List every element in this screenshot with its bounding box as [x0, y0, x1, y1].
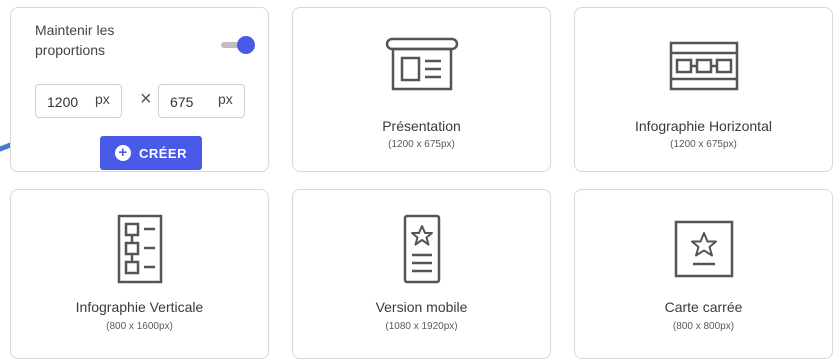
template-card-horizontal-infographic[interactable]: Infographie Horizontal (1200 x 675px)	[574, 7, 833, 172]
template-card-vertical-infographic[interactable]: Infographie Verticale (800 x 1600px)	[10, 189, 269, 359]
square-card-icon	[674, 220, 733, 278]
template-size: (1200 x 675px)	[670, 139, 737, 150]
template-title: Carte carrée	[664, 299, 743, 315]
height-unit: px	[218, 91, 233, 107]
template-size: (800 x 1600px)	[106, 321, 173, 332]
times-icon: ×	[140, 88, 152, 110]
template-title: Présentation	[382, 118, 461, 134]
toggle-knob	[237, 36, 255, 54]
create-button[interactable]: + CRÉER	[100, 136, 202, 170]
template-card-mobile-version[interactable]: Version mobile (1080 x 1920px)	[292, 189, 551, 359]
width-unit: px	[95, 91, 110, 107]
template-card-presentation[interactable]: Présentation (1200 x 675px)	[292, 7, 551, 172]
template-card-square-card[interactable]: Carte carrée (800 x 800px)	[574, 189, 833, 359]
plus-circle-icon: +	[114, 145, 131, 161]
height-input[interactable]: 675 px	[158, 84, 245, 118]
vertical-infographic-icon	[117, 214, 162, 284]
keep-ratio-toggle[interactable]	[219, 36, 255, 54]
template-title: Infographie Verticale	[75, 299, 204, 315]
horizontal-infographic-icon	[669, 41, 738, 91]
template-size: (1080 x 1920px)	[385, 321, 458, 332]
template-size: (800 x 800px)	[672, 321, 735, 332]
template-title: Version mobile	[375, 299, 468, 315]
mobile-version-icon	[403, 214, 440, 284]
height-value: 675	[170, 94, 194, 110]
template-title: Infographie Horizontal	[635, 118, 772, 134]
presentation-icon	[385, 37, 458, 91]
keep-ratio-label: Maintenir les proportions	[35, 22, 115, 58]
width-value: 1200	[47, 94, 79, 110]
width-input[interactable]: 1200 px	[35, 84, 122, 118]
template-size: (1200 x 675px)	[388, 139, 455, 150]
create-button-label: CRÉER	[138, 145, 187, 161]
custom-size-card: Maintenir les proportions 1200 px × 675 …	[10, 7, 269, 172]
